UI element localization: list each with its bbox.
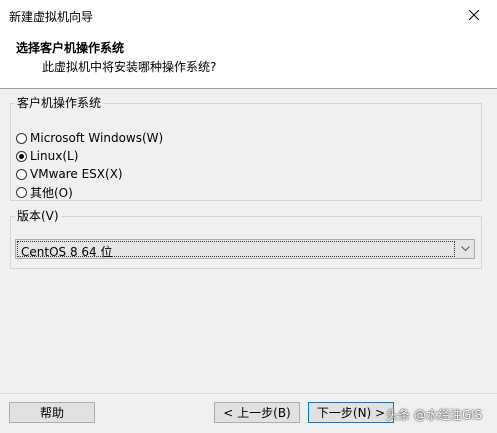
close-icon — [469, 10, 479, 20]
guest-os-group: 客户机操作系统 Microsoft Windows(W) Linux(L) VM… — [10, 96, 482, 201]
radio-other[interactable]: 其他(O) — [16, 184, 73, 200]
version-select[interactable]: CentOS 8 64 位 — [15, 239, 475, 259]
radio-windows[interactable]: Microsoft Windows(W) — [16, 130, 163, 146]
wizard-header: 选择客户机操作系统 此虚拟机中将安装哪种操作系统? — [0, 30, 497, 89]
close-button[interactable] — [451, 0, 497, 30]
page-subtitle: 此虚拟机中将安装哪种操作系统? — [42, 60, 217, 74]
radio-button[interactable] — [16, 186, 27, 198]
radio-label: VMware ESX(X) — [30, 167, 123, 181]
select-focus-ring: CentOS 8 64 位 — [17, 241, 455, 259]
radio-linux[interactable]: Linux(L) — [16, 148, 78, 164]
radio-button[interactable] — [16, 168, 27, 180]
help-button[interactable]: 帮助 — [9, 402, 95, 423]
version-group: 版本(V) CentOS 8 64 位 — [10, 209, 482, 269]
page-title: 选择客户机操作系统 — [16, 41, 125, 55]
dropdown-arrow[interactable] — [457, 240, 474, 258]
chevron-down-icon — [461, 246, 470, 252]
radio-label: Linux(L) — [30, 149, 79, 163]
back-button[interactable]: < 上一步(B) — [214, 402, 300, 423]
version-select-value: CentOS 8 64 位 — [21, 245, 113, 259]
guest-os-legend: 客户机操作系统 — [17, 96, 102, 110]
radio-label: 其他(O) — [30, 185, 73, 200]
radio-button[interactable] — [16, 150, 27, 162]
window-title: 新建虚拟机向导 — [9, 10, 94, 24]
next-button[interactable]: 下一步(N) > — [308, 402, 394, 423]
title-bar: 新建虚拟机向导 — [0, 0, 497, 30]
watermark: 头条 @水经注GIS — [386, 408, 483, 422]
radio-label: Microsoft Windows(W) — [30, 131, 164, 145]
version-legend: 版本(V) — [17, 209, 59, 223]
radio-button[interactable] — [16, 132, 27, 144]
radio-vmware-esx[interactable]: VMware ESX(X) — [16, 166, 123, 182]
